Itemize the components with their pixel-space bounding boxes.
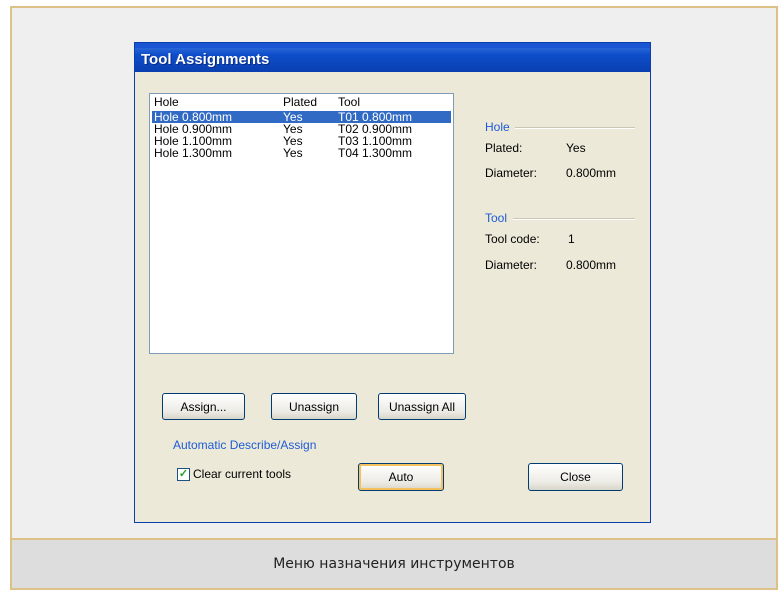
clear-tools-checkbox[interactable]: ✓ (177, 468, 190, 481)
assign-button[interactable]: Assign... (162, 393, 245, 420)
tool-group-divider (513, 218, 635, 220)
column-header-hole[interactable]: Hole (154, 95, 179, 109)
list-header: Hole Plated Tool (150, 94, 453, 110)
auto-section-heading: Automatic Describe/Assign (173, 438, 317, 452)
tool-code-value: 1 (568, 232, 575, 246)
tool-code-label: Tool code: (485, 232, 540, 246)
auto-button[interactable]: Auto (358, 463, 444, 491)
hole-diameter-value: 0.800mm (566, 166, 617, 180)
column-header-tool[interactable]: Tool (338, 95, 360, 109)
list-row[interactable]: Hole 1.300mm Yes T04 1.300mm (152, 147, 451, 159)
hole-tool-list[interactable]: Hole Plated Tool Hole 0.800mm Yes T01 0.… (149, 93, 454, 354)
caption: Меню назначения инструментов (12, 538, 776, 588)
hole-diameter-label: Diameter: (485, 166, 538, 180)
tool-assignments-dialog: Tool Assignments Hole Plated Tool Hole 0… (134, 42, 651, 523)
row-plated: Yes (283, 146, 303, 160)
unassign-button[interactable]: Unassign (271, 393, 357, 420)
tool-group-heading: Tool (485, 211, 508, 225)
title-bar-top-strip (135, 43, 650, 48)
unassign-all-button[interactable]: Unassign All (378, 393, 466, 420)
tool-diameter-label: Diameter: (485, 258, 538, 272)
hole-group-heading: Hole (485, 120, 510, 134)
illustration-frame: Tool Assignments Hole Plated Tool Hole 0… (10, 6, 778, 590)
tool-diameter-value: 0.800mm (566, 258, 617, 272)
hole-group-divider (515, 127, 635, 129)
title-bar[interactable]: Tool Assignments (135, 43, 650, 72)
column-header-plated[interactable]: Plated (283, 95, 317, 109)
caption-text: Меню назначения инструментов (273, 556, 515, 572)
close-button[interactable]: Close (528, 463, 623, 491)
hole-plated-label: Plated: (485, 141, 523, 155)
row-tool: T04 1.300mm (338, 146, 413, 160)
hole-plated-value: Yes (566, 141, 586, 155)
dialog-title: Tool Assignments (141, 51, 270, 68)
clear-tools-label[interactable]: Clear current tools (193, 467, 291, 481)
row-hole: Hole 1.300mm (154, 146, 233, 160)
